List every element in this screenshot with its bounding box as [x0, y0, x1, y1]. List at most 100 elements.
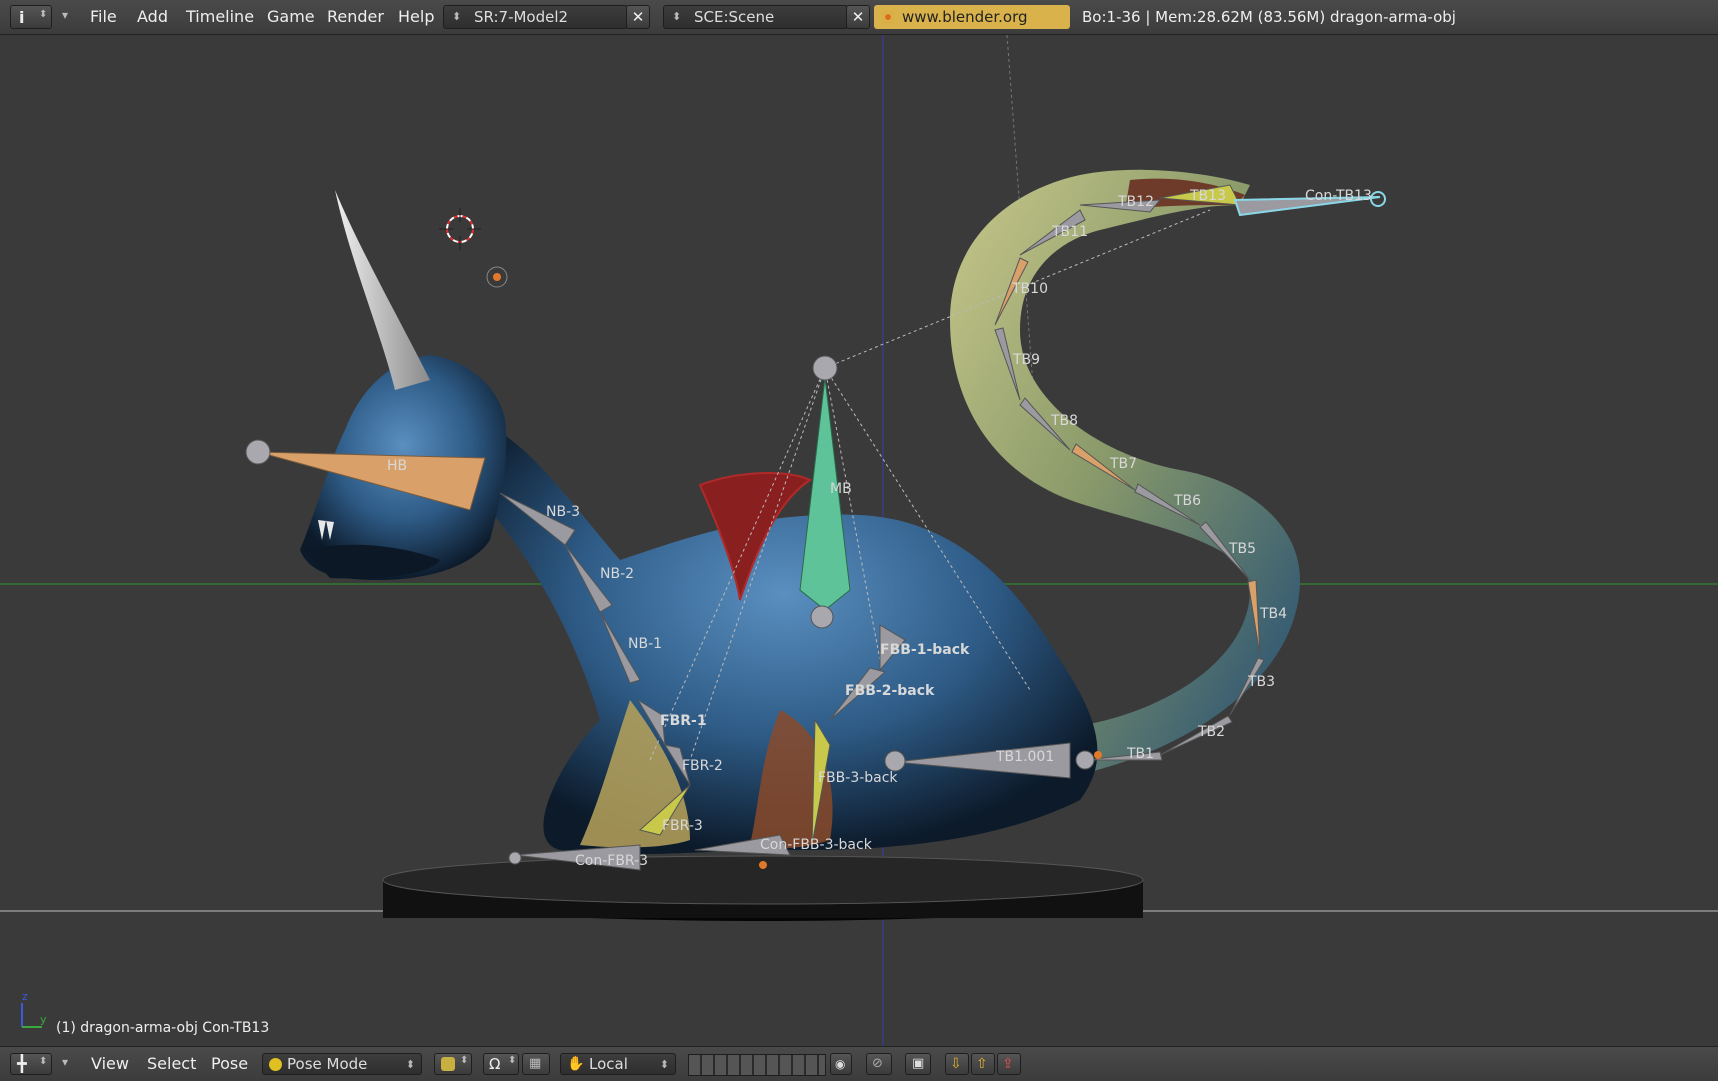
label-Con-FBR-3: Con-FBR-3 [575, 853, 648, 869]
bone-Con-FBR-3-head[interactable] [508, 851, 522, 865]
menu-help[interactable]: Help [398, 0, 434, 34]
screen-select[interactable]: ⬍ SR:7-Model2 [443, 5, 628, 29]
menu-add[interactable]: Add [137, 0, 168, 34]
bone-HB-head[interactable] [245, 439, 271, 465]
mode-select[interactable]: Pose Mode ⬍ [262, 1053, 422, 1075]
orientation-select[interactable]: ✋ Local ⬍ [560, 1053, 676, 1075]
viewport-status-text: (1) dragon-arma-obj Con-TB13 [56, 1020, 270, 1036]
info-editor-type-button[interactable]: i ⬍ [10, 5, 52, 29]
label-TB12: TB12 [1117, 194, 1154, 210]
pivot-button[interactable]: Ω ⬍ [483, 1053, 519, 1075]
label-FBR-1: FBR-1 [660, 713, 707, 729]
blender-url-button[interactable]: www.blender.org 248.1 [874, 5, 1070, 50]
chevron-updown-icon: ⬍ [39, 9, 48, 20]
paste-pose-icon: ⇧ [976, 1056, 988, 1072]
label-Con-FBB-3-back: Con-FBB-3-back [760, 837, 873, 853]
header-collapse-icon[interactable]: ▾ [62, 1055, 68, 1069]
menu-pose[interactable]: Pose [211, 1047, 248, 1081]
label-TB8: TB8 [1050, 413, 1078, 429]
axis-y-label: y [40, 1013, 47, 1026]
copy-pose-button[interactable]: ⇩ [945, 1053, 969, 1075]
3d-viewport[interactable]: HB NB-3 NB-2 NB-1 MB TB12 TB13 Con-TB13 … [0, 35, 1718, 1046]
axis-widget: z y [21, 990, 47, 1028]
bottom-header: ╋ ⬍ ▾ View Select Pose Pose Mode ⬍ ⬍ Ω ⬍… [0, 1046, 1718, 1081]
label-TB11: TB11 [1051, 224, 1088, 240]
menu-game[interactable]: Game [267, 0, 315, 34]
label-NB-3: NB-3 [546, 504, 580, 520]
paste-pose-button[interactable]: ⇧ [971, 1053, 995, 1075]
updown-icon: ⬍ [508, 1055, 517, 1066]
menu-file[interactable]: File [90, 0, 117, 34]
label-TB2: TB2 [1197, 724, 1225, 740]
screen-name: SR:7-Model2 [474, 8, 569, 26]
menu-timeline[interactable]: Timeline [186, 0, 254, 34]
paste-flipped-icon: ⇪ [1002, 1056, 1014, 1072]
pivot-icon: Ω [489, 1055, 501, 1073]
dragon-horn [335, 190, 430, 390]
bone-MB-head[interactable] [812, 355, 838, 381]
paste-flipped-pose-button[interactable]: ⇪ [997, 1053, 1021, 1075]
label-TB1: TB1 [1126, 746, 1154, 762]
label-FBB-1-back: FBB-1-back [880, 642, 970, 658]
snap-button[interactable]: ▦ [522, 1053, 550, 1075]
label-TB6: TB6 [1173, 493, 1201, 509]
render-icon: ▣ [912, 1056, 925, 1071]
3d-cursor-icon[interactable] [439, 208, 481, 250]
link-icon: ⊘ [872, 1056, 883, 1071]
label-HB: HB [387, 458, 407, 474]
editor-type-button[interactable]: ╋ ⬍ [10, 1053, 52, 1075]
top-header: i ⬍ ▾ File Add Timeline Game Render Help… [0, 0, 1718, 50]
ik-target-dot-back[interactable] [759, 861, 767, 869]
label-TB1.001: TB1.001 [995, 749, 1054, 765]
axis-z-label: z [22, 990, 28, 1003]
lock-icon: ◉ [835, 1057, 846, 1071]
stats-text: Bo:1-36 | Mem:28.62M (83.56M) dragon-arm… [1082, 8, 1456, 26]
mode-label: Pose Mode [287, 1055, 368, 1073]
object-origin-icon[interactable] [486, 266, 508, 288]
label-NB-2: NB-2 [600, 566, 634, 582]
label-FBB-3-back: FBB-3-back [818, 770, 898, 786]
snap-icon: ▦ [529, 1056, 542, 1071]
label-TB3: TB3 [1247, 674, 1275, 690]
layer-buttons[interactable] [688, 1054, 826, 1076]
copy-pose-icon: ⇩ [950, 1056, 962, 1072]
bone-TB1.001-head[interactable] [884, 750, 906, 772]
bone-TB1-head[interactable] [1075, 750, 1095, 770]
updown-icon: ⬍ [452, 10, 462, 23]
lock-layer-button[interactable]: ◉ [830, 1053, 852, 1075]
ik-target-dot[interactable] [1094, 751, 1102, 759]
label-FBB-2-back: FBB-2-back [845, 683, 935, 699]
bone-MB-tail[interactable] [810, 605, 834, 629]
menu-view[interactable]: View [91, 1047, 129, 1081]
scene-select[interactable]: ⬍ SCE:Scene [663, 5, 848, 29]
menu-select[interactable]: Select [147, 1047, 196, 1081]
updown-icon: ⬍ [672, 10, 682, 23]
label-NB-1: NB-1 [628, 636, 662, 652]
orientation-label: Local [589, 1055, 628, 1073]
pose-mode-icon [269, 1058, 282, 1071]
label-TB13: TB13 [1189, 188, 1226, 204]
url-blender-icon [882, 11, 894, 23]
info-icon: i [19, 8, 25, 27]
bone-Con-TB13-tail[interactable] [1370, 191, 1386, 207]
link-button[interactable]: ⊘ [866, 1053, 892, 1075]
shading-icon [441, 1057, 455, 1071]
label-TB4: TB4 [1259, 606, 1287, 622]
chevron-updown-icon: ⬍ [39, 1056, 48, 1067]
label-FBR-3: FBR-3 [662, 818, 703, 834]
scene-canvas[interactable]: HB NB-3 NB-2 NB-1 MB TB12 TB13 Con-TB13 … [0, 35, 1718, 1046]
manipulator-hand-icon: ✋ [567, 1056, 585, 1072]
label-TB10: TB10 [1011, 281, 1048, 297]
updown-icon: ⬍ [460, 1055, 469, 1066]
label-FBR-2: FBR-2 [682, 758, 723, 774]
menu-render[interactable]: Render [327, 0, 384, 34]
render-preview-button[interactable]: ▣ [905, 1053, 931, 1075]
label-TB9: TB9 [1012, 352, 1040, 368]
label-MB: MB [830, 481, 852, 497]
screen-delete-button[interactable]: ✕ [626, 5, 650, 29]
updown-icon: ⬍ [659, 1058, 669, 1071]
label-Con-TB13: Con-TB13 [1305, 188, 1372, 204]
header-collapse-icon[interactable]: ▾ [62, 8, 68, 22]
scene-delete-button[interactable]: ✕ [846, 5, 870, 29]
draw-type-button[interactable]: ⬍ [434, 1053, 472, 1075]
